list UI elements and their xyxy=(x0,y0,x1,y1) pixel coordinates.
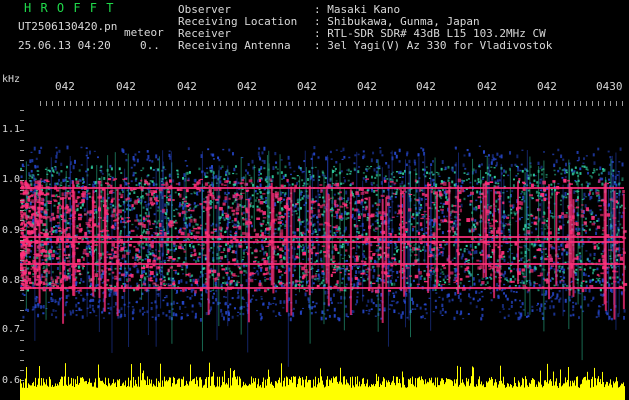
file-name-label: UT2506130420.pn xyxy=(18,20,118,33)
x-tick-label: 042 xyxy=(116,80,136,93)
antenna-label: Receiving Antenna xyxy=(178,39,291,52)
x-tick-label: 042 xyxy=(416,80,436,93)
y-axis-unit: kHz xyxy=(2,74,21,85)
y-tick-label: 0.8 xyxy=(2,275,21,286)
x-tick-label: 042 xyxy=(537,80,557,93)
y-tick-label: 0.9 xyxy=(2,225,21,236)
x-tick-label: 042 xyxy=(477,80,497,93)
hrofft-window: H R O F F T UT2506130420.pn meteor 25.06… xyxy=(0,0,629,400)
y-tick-label: 0.6 xyxy=(2,375,21,386)
x-tick-label: 042 xyxy=(237,80,257,93)
antenna-value: : 3el Yagi(V) Az 330 for Vladivostok xyxy=(314,39,553,52)
y-tick-label: 1.1 xyxy=(2,124,21,135)
x-tick-label: 0430 xyxy=(596,80,623,93)
x-tick-label: 042 xyxy=(297,80,317,93)
spectrogram-noise xyxy=(20,145,628,367)
power-level-bar xyxy=(20,362,625,400)
y-tick-label: 0.7 xyxy=(2,324,21,335)
x-tick-label: 042 xyxy=(177,80,197,93)
x-tick-label: 042 xyxy=(55,80,75,93)
spectrogram-display xyxy=(20,101,628,400)
mode-label: meteor xyxy=(124,26,164,39)
x-tick-label: 042 xyxy=(357,80,377,93)
datetime-label: 25.06.13 04:20 xyxy=(18,39,111,52)
app-brand-title: H R O F F T xyxy=(24,1,115,15)
page-indicator: 0.. xyxy=(140,39,160,52)
y-tick-label: 1.0 xyxy=(2,174,21,185)
